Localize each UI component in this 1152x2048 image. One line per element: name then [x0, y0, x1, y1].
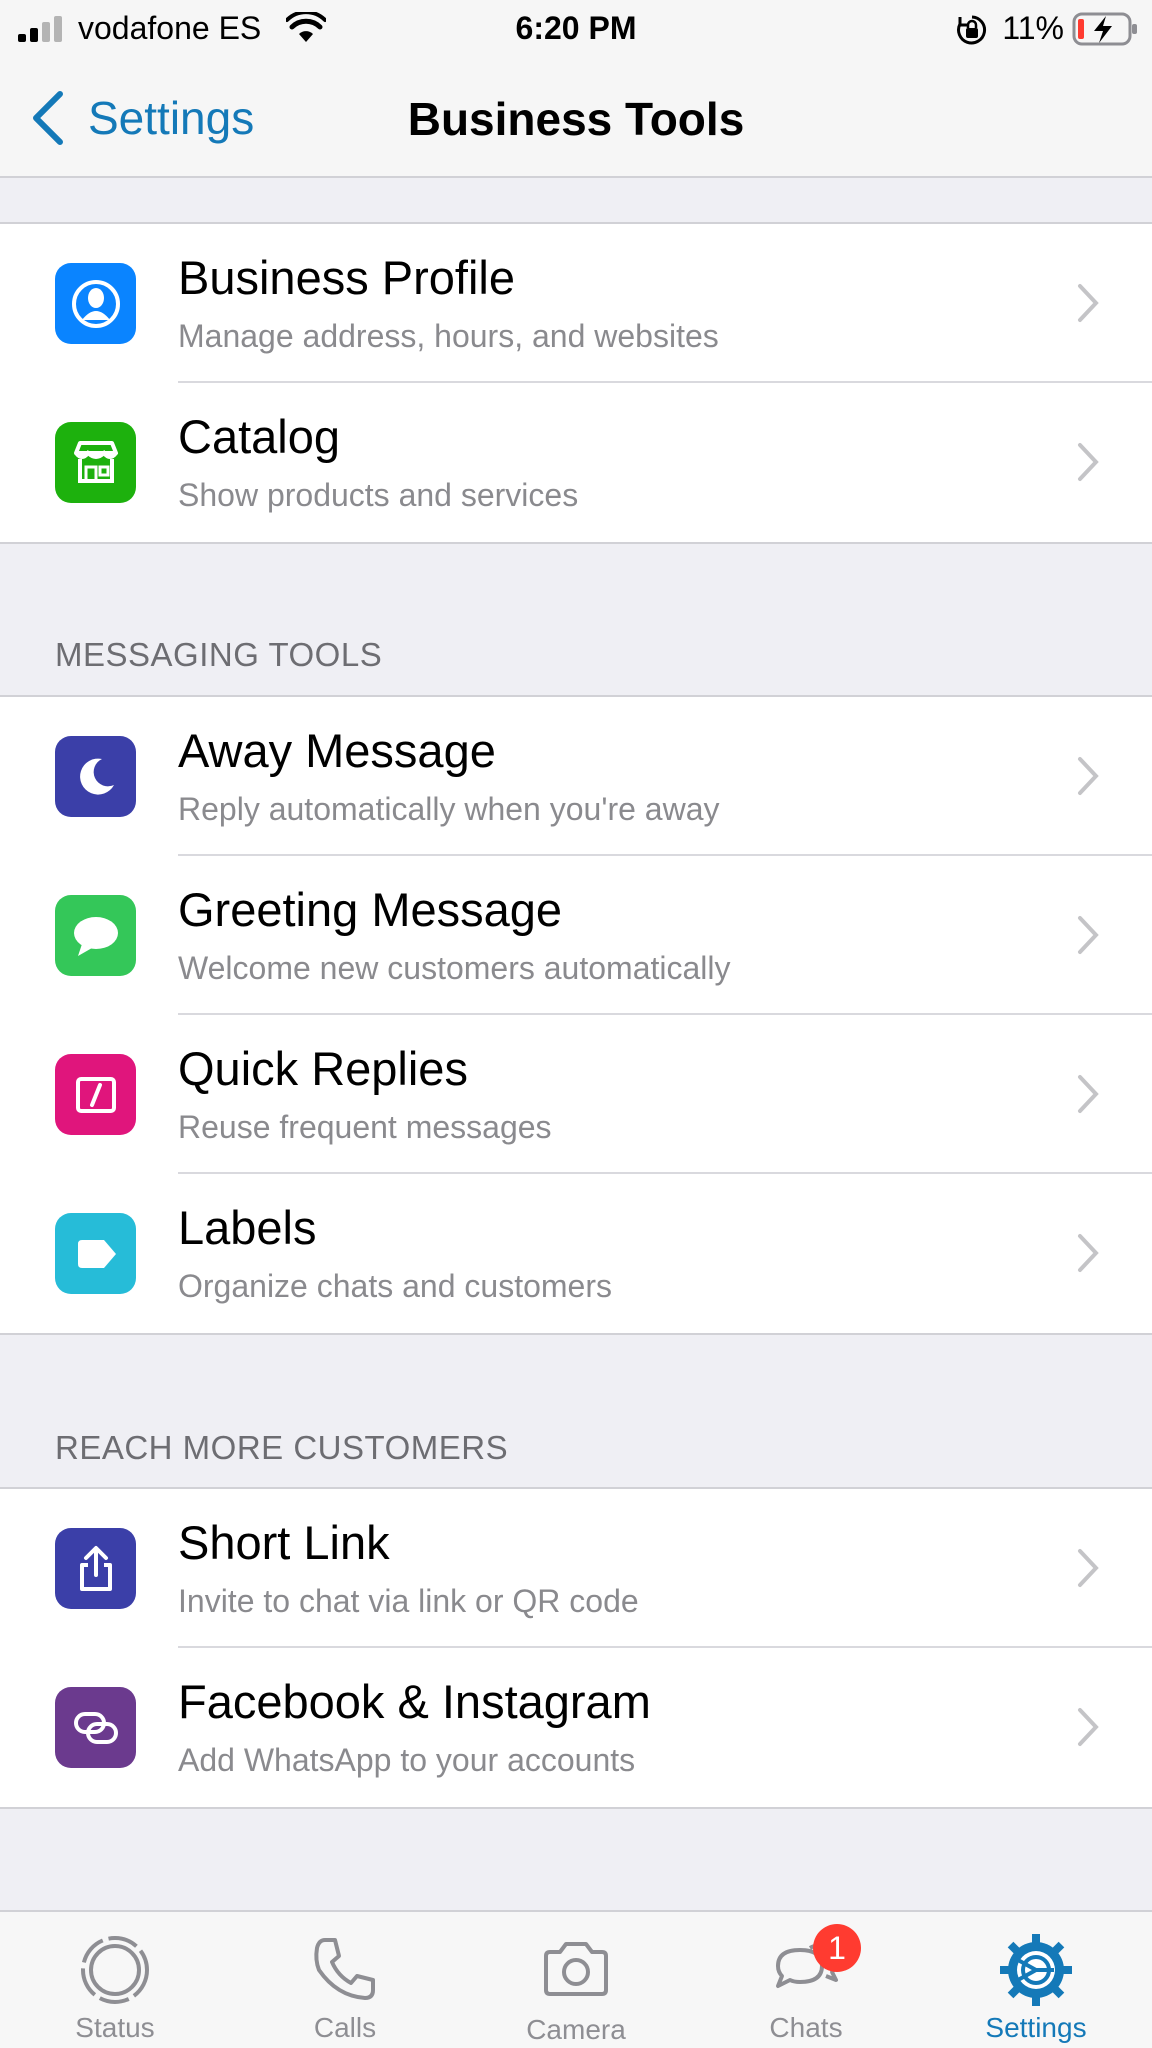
tab-label: Settings [985, 2012, 1087, 2043]
row-title: Business Profile [178, 251, 515, 304]
row-subtitle: Show products and services [178, 477, 579, 513]
tab-label: Chats [769, 2012, 843, 2043]
reach-customers-group: Short Link Invite to chat via link or QR… [0, 1487, 1152, 1809]
chevron-right-icon [1078, 757, 1099, 795]
chevron-right-icon [1078, 284, 1099, 322]
moon-icon [55, 736, 136, 817]
catalog-row[interactable]: Catalog Show products and services [0, 383, 1152, 542]
row-title: Greeting Message [178, 883, 563, 936]
row-title: Away Message [178, 724, 496, 777]
battery-charging-icon [1072, 12, 1137, 46]
tab-settings[interactable]: Settings [921, 1912, 1151, 2048]
tab-chats[interactable]: 1 Chats [691, 1912, 921, 2048]
link-rings-icon [55, 1687, 136, 1768]
status-ring-icon [81, 1936, 149, 2004]
settings-gear-icon [1000, 1934, 1072, 2006]
slash-box-icon [55, 1054, 136, 1135]
row-subtitle: Reply automatically when you're away [178, 791, 720, 827]
row-subtitle: Add WhatsApp to your accounts [178, 1742, 636, 1778]
row-subtitle: Invite to chat via link or QR code [178, 1583, 639, 1619]
label-tag-icon [55, 1213, 136, 1294]
row-subtitle: Organize chats and customers [178, 1268, 612, 1304]
tab-label: Status [75, 2012, 155, 2043]
tab-label: Calls [313, 2012, 377, 2043]
battery-percent: 11% [1002, 10, 1064, 46]
row-title: Short Link [178, 1516, 390, 1569]
short-link-row[interactable]: Short Link Invite to chat via link or QR… [0, 1489, 1152, 1648]
row-title: Facebook & Instagram [178, 1675, 651, 1728]
labels-row[interactable]: Labels Organize chats and customers [0, 1174, 1152, 1333]
row-title: Quick Replies [178, 1042, 468, 1095]
tab-camera[interactable]: Camera [461, 1912, 691, 2048]
chevron-right-icon [1078, 916, 1099, 954]
business-profile-icon [55, 263, 136, 344]
section-header-reach: REACH MORE CUSTOMERS [55, 1429, 509, 1466]
tab-label: Camera [526, 2014, 626, 2045]
tab-status[interactable]: Status [0, 1912, 230, 2048]
camera-icon [544, 1942, 608, 1996]
storefront-icon [55, 422, 136, 503]
chevron-right-icon [1078, 1708, 1099, 1746]
status-bar: vodafone ES 6:20 PM 11% [0, 0, 1152, 60]
quick-replies-row[interactable]: Quick Replies Reuse frequent messages [0, 1015, 1152, 1174]
tab-bar: Status Calls Camera 1 Chats Settings [0, 1910, 1152, 2048]
profile-group: Business Profile Manage address, hours, … [0, 222, 1152, 544]
section-header-messaging: MESSAGING TOOLS [55, 636, 383, 673]
business-profile-row[interactable]: Business Profile Manage address, hours, … [0, 224, 1152, 383]
row-subtitle: Manage address, hours, and websites [178, 318, 719, 354]
messaging-tools-group: Away Message Reply automatically when yo… [0, 695, 1152, 1335]
row-subtitle: Reuse frequent messages [178, 1109, 552, 1145]
tab-calls[interactable]: Calls [230, 1912, 460, 2048]
unread-badge: 1 [813, 1924, 861, 1972]
greeting-message-row[interactable]: Greeting Message Welcome new customers a… [0, 856, 1152, 1015]
navigation-bar: Settings Business Tools [0, 60, 1152, 178]
row-title: Labels [178, 1201, 317, 1254]
page-title: Business Tools [407, 93, 745, 145]
chevron-right-icon [1078, 1549, 1099, 1587]
share-icon [55, 1528, 136, 1609]
row-title: Catalog [178, 410, 340, 463]
facebook-instagram-row[interactable]: Facebook & Instagram Add WhatsApp to you… [0, 1648, 1152, 1807]
phone-icon [314, 1938, 375, 2000]
away-message-row[interactable]: Away Message Reply automatically when yo… [0, 697, 1152, 856]
chevron-right-icon [1078, 1075, 1099, 1113]
chevron-right-icon [1078, 1234, 1099, 1272]
row-subtitle: Welcome new customers automatically [178, 950, 731, 986]
rotation-lock-icon [957, 15, 987, 45]
chat-bubble-icon [55, 895, 136, 976]
chevron-right-icon [1078, 443, 1099, 481]
